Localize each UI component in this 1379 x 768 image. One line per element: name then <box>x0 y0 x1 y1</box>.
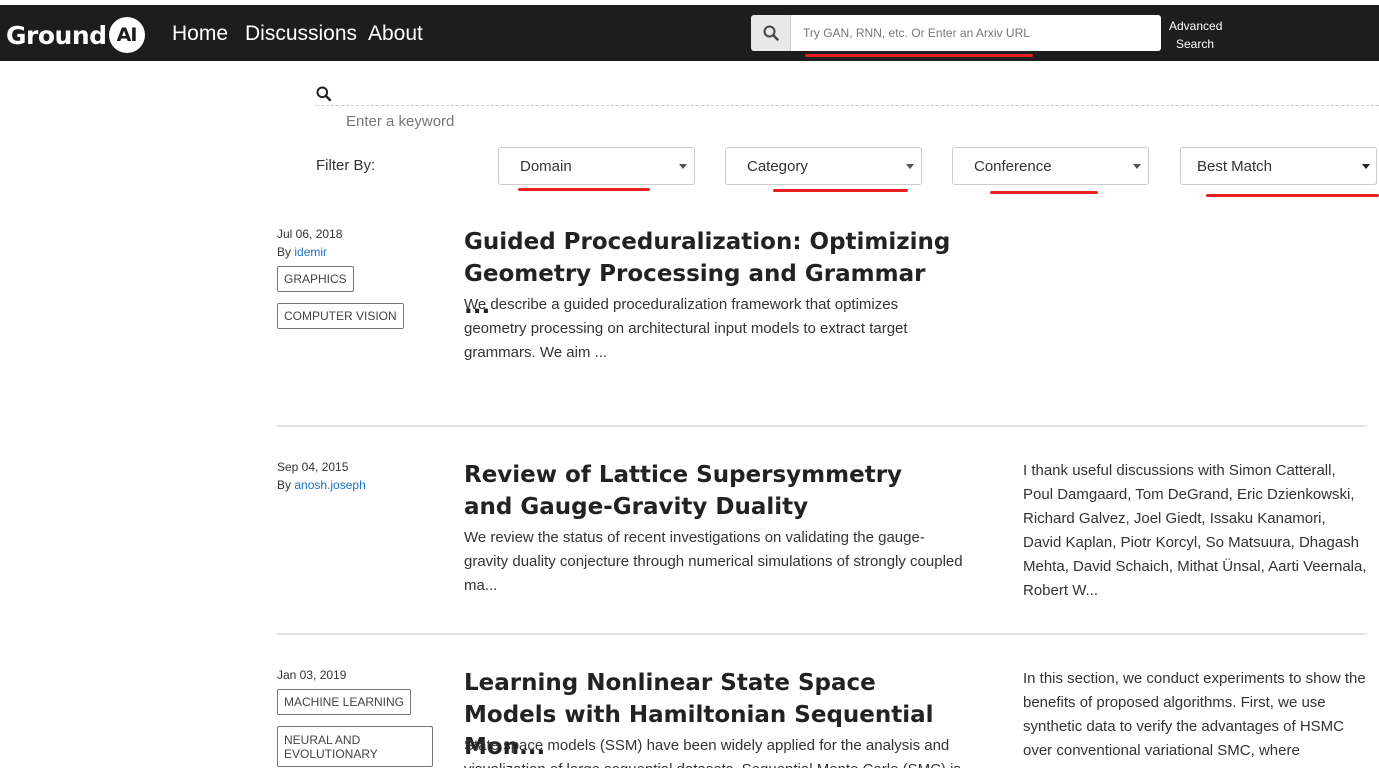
tag-graphics[interactable]: GRAPHICS <box>277 266 354 292</box>
keyword-input[interactable] <box>346 110 746 132</box>
tag-machine-learning[interactable]: MACHINE LEARNING <box>277 689 412 715</box>
paper-abstract: We review the status of recent investiga… <box>464 529 963 594</box>
author-link[interactable]: anosh.joseph <box>294 478 365 492</box>
conference-select-value: Conference <box>974 157 1052 175</box>
caret-down-icon <box>1362 164 1370 169</box>
by-label: By <box>277 245 292 259</box>
logo-text: Ground <box>6 20 107 50</box>
filter-by-label: Filter By: <box>316 157 376 174</box>
paper-author-line: By anosh.joseph <box>277 478 366 492</box>
paper-card: Jul 06, 2018 By idemir GRAPHICS COMPUTER… <box>277 226 1367 376</box>
domain-select[interactable]: Domain <box>498 147 695 185</box>
paper-excerpt: I thank useful discussions with Simon Ca… <box>1023 462 1367 599</box>
header-search <box>751 15 1161 51</box>
tag-neural-and-evolutionary[interactable]: NEURAL AND EVOLUTIONARY <box>277 726 433 767</box>
paper-card: Jan 03, 2019 MACHINE LEARNING NEURAL AND… <box>277 667 1367 768</box>
card-divider <box>277 425 1367 427</box>
paper-date: Sep 04, 2015 <box>277 460 349 474</box>
annotation-underline-domain <box>518 188 650 191</box>
search-button[interactable] <box>751 15 791 51</box>
paper-card: Sep 04, 2015 By anosh.joseph Review of L… <box>277 459 1367 619</box>
advanced-search-line2: Search <box>1176 37 1215 51</box>
card-divider <box>277 633 1367 635</box>
caret-down-icon <box>679 164 687 169</box>
paper-author-line: By idemir <box>277 245 327 259</box>
tag-computer-vision[interactable]: COMPUTER VISION <box>277 303 404 329</box>
annotation-underline-search <box>805 54 1033 57</box>
nav-discussions-link[interactable]: Discussions <box>245 22 357 46</box>
logo-badge: AI <box>108 17 145 53</box>
top-navbar: Ground AI Home Discussions About Advance… <box>0 5 1379 61</box>
paper-date: Jan 03, 2019 <box>277 668 347 682</box>
category-select[interactable]: Category <box>725 147 922 185</box>
header-search-input[interactable] <box>791 15 1161 51</box>
nav-about-link[interactable]: About <box>368 22 423 46</box>
by-label: By <box>277 478 292 492</box>
search-icon <box>763 25 779 41</box>
paper-excerpt: In this section, we conduct experiments … <box>1023 670 1366 759</box>
keyword-search-icon <box>316 86 332 102</box>
category-select-value: Category <box>747 157 808 175</box>
paper-date: Jul 06, 2018 <box>277 227 343 241</box>
paper-abstract: We describe a guided proceduralization f… <box>464 296 908 361</box>
paper-title[interactable]: Review of Lattice Supersymmetry and Gaug… <box>464 459 954 523</box>
groundai-logo[interactable]: Ground AI <box>6 17 145 53</box>
paper-abstract: State space models (SSM) have been widel… <box>464 737 961 768</box>
author-link[interactable]: idemir <box>294 245 327 259</box>
sort-select-value: Best Match <box>1197 157 1273 175</box>
conference-select[interactable]: Conference <box>952 147 1149 185</box>
annotation-underline-conference <box>990 191 1098 194</box>
advanced-search-link[interactable]: Advanced Search <box>1169 17 1222 53</box>
sort-select[interactable]: Best Match <box>1180 147 1377 185</box>
nav-home-link[interactable]: Home <box>172 22 228 46</box>
advanced-search-line1: Advanced <box>1169 19 1223 33</box>
keyword-underline <box>316 105 1379 106</box>
caret-down-icon <box>1133 164 1141 169</box>
annotation-underline-category <box>773 189 908 192</box>
domain-select-value: Domain <box>520 157 572 175</box>
annotation-underline-sort <box>1206 194 1379 197</box>
caret-down-icon <box>906 164 914 169</box>
